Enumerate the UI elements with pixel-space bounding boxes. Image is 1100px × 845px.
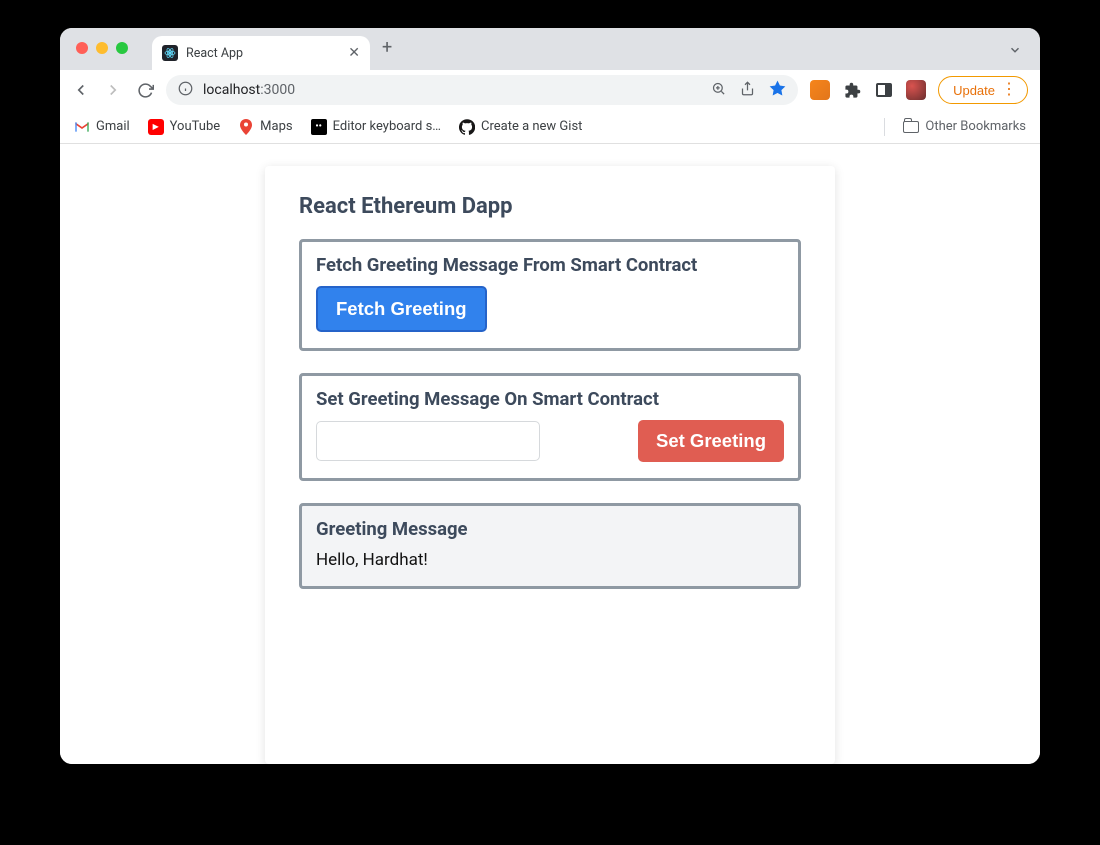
- zoom-icon[interactable]: [711, 81, 726, 100]
- toolbar: localhost:3000 Update: [60, 70, 1040, 110]
- page-viewport: React Ethereum Dapp Fetch Greeting Messa…: [60, 144, 1040, 764]
- close-tab-button[interactable]: ✕: [348, 45, 360, 61]
- display-panel: Greeting Message Hello, Hardhat!: [299, 503, 801, 589]
- extension-icons: [810, 80, 926, 100]
- address-bar[interactable]: localhost:3000: [166, 75, 798, 105]
- maps-pin-icon: [238, 119, 254, 135]
- other-bookmarks-label: Other Bookmarks: [925, 119, 1026, 134]
- greeting-input[interactable]: [316, 421, 540, 461]
- bookmark-label: YouTube: [170, 119, 221, 134]
- browser-window: React App ✕ + localhost:3000: [60, 28, 1040, 764]
- github-icon: [459, 119, 475, 135]
- update-button[interactable]: Update ⋮: [938, 76, 1028, 104]
- reload-button[interactable]: [136, 81, 154, 99]
- forward-button[interactable]: [104, 81, 122, 99]
- bookmarks-divider: [884, 118, 885, 136]
- display-heading: Greeting Message: [316, 518, 784, 540]
- set-greeting-button[interactable]: Set Greeting: [638, 420, 784, 462]
- youtube-icon: ▶: [148, 119, 164, 135]
- site-info-icon[interactable]: [178, 81, 193, 100]
- other-bookmarks[interactable]: Other Bookmarks: [903, 119, 1026, 134]
- share-icon[interactable]: [740, 81, 755, 100]
- new-tab-button[interactable]: +: [370, 37, 404, 58]
- browser-tab[interactable]: React App ✕: [152, 36, 370, 70]
- fetch-panel: Fetch Greeting Message From Smart Contra…: [299, 239, 801, 351]
- bookmark-create-gist[interactable]: Create a new Gist: [459, 119, 582, 135]
- title-bar: React App ✕ +: [60, 28, 1040, 70]
- back-button[interactable]: [72, 81, 90, 99]
- window-controls: [76, 42, 128, 54]
- metamask-extension-icon[interactable]: [810, 80, 830, 100]
- bookmark-star-icon[interactable]: [769, 80, 786, 101]
- medium-icon: ••: [311, 119, 327, 135]
- profile-avatar[interactable]: [906, 80, 926, 100]
- minimize-window-button[interactable]: [96, 42, 108, 54]
- tabs-dropdown-button[interactable]: [1008, 42, 1022, 61]
- bookmark-label: Maps: [260, 119, 292, 134]
- side-panel-icon[interactable]: [874, 80, 894, 100]
- extensions-button[interactable]: [842, 80, 862, 100]
- set-panel: Set Greeting Message On Smart Contract S…: [299, 373, 801, 481]
- greeting-value: Hello, Hardhat!: [316, 550, 784, 570]
- set-heading: Set Greeting Message On Smart Contract: [316, 388, 784, 410]
- bookmark-label: Editor keyboard s…: [333, 119, 441, 134]
- bookmark-editor-keyboard[interactable]: •• Editor keyboard s…: [311, 119, 441, 135]
- menu-dots-icon: ⋮: [1001, 82, 1017, 98]
- close-window-button[interactable]: [76, 42, 88, 54]
- bookmark-gmail[interactable]: Gmail: [74, 119, 130, 135]
- bookmark-label: Gmail: [96, 119, 130, 134]
- nav-buttons: [72, 81, 154, 99]
- app-title: React Ethereum Dapp: [299, 194, 801, 219]
- bookmark-maps[interactable]: Maps: [238, 119, 292, 135]
- react-favicon-icon: [162, 45, 178, 61]
- bookmark-label: Create a new Gist: [481, 119, 582, 134]
- bookmarks-bar: Gmail ▶ YouTube Maps •• Editor keyboard …: [60, 110, 1040, 144]
- tab-title: React App: [186, 46, 243, 61]
- fetch-greeting-button[interactable]: Fetch Greeting: [316, 286, 487, 332]
- fetch-heading: Fetch Greeting Message From Smart Contra…: [316, 254, 784, 276]
- url-text: localhost:3000: [203, 82, 295, 98]
- gmail-icon: [74, 119, 90, 135]
- app-card: React Ethereum Dapp Fetch Greeting Messa…: [265, 166, 835, 764]
- update-label: Update: [953, 83, 995, 98]
- folder-icon: [903, 121, 919, 133]
- maximize-window-button[interactable]: [116, 42, 128, 54]
- bookmark-youtube[interactable]: ▶ YouTube: [148, 119, 221, 135]
